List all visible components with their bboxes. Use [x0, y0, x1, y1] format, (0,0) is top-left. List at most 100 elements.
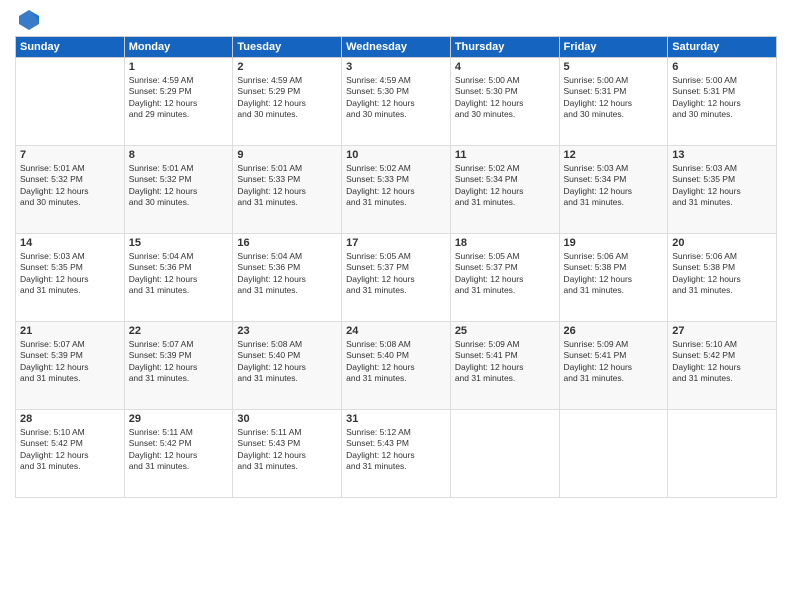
day-info: Sunrise: 5:09 AM Sunset: 5:41 PM Dayligh… [455, 339, 555, 385]
day-info: Sunrise: 5:03 AM Sunset: 5:34 PM Dayligh… [564, 163, 664, 209]
day-number: 29 [129, 413, 229, 425]
calendar-cell: 17Sunrise: 5:05 AM Sunset: 5:37 PM Dayli… [342, 234, 451, 322]
calendar-cell: 27 Sunrise: 5:10 AM Sunset: 5:42 PM Dayli… [668, 322, 777, 410]
calendar-header-wednesday: Wednesday [342, 37, 451, 58]
day-number: 18 [455, 237, 555, 249]
calendar-cell: 1 Sunrise: 4:59 AM Sunset: 5:29 PM Daylig… [124, 58, 233, 146]
calendar-cell: 28Sunrise: 5:10 AM Sunset: 5:42 PM Dayli… [16, 410, 125, 498]
day-info: Sunrise: 4:59 AM Sunset: 5:29 PM Dayligh… [237, 75, 337, 121]
day-info: Sunrise: 4:59 AM Sunset: 5:30 PM Dayligh… [346, 75, 446, 121]
calendar-header-tuesday: Tuesday [233, 37, 342, 58]
day-info: Sunrise: 5:07 AM Sunset: 5:39 PM Dayligh… [129, 339, 229, 385]
day-number: 1 [129, 61, 229, 73]
day-number: 22 [129, 325, 229, 337]
calendar-cell: 20Sunrise: 5:06 AM Sunset: 5:38 PM Dayli… [668, 234, 777, 322]
calendar-cell [559, 410, 668, 498]
calendar-cell: 21Sunrise: 5:07 AM Sunset: 5:39 PM Dayli… [16, 322, 125, 410]
day-info: Sunrise: 5:01 AM Sunset: 5:32 PM Dayligh… [20, 163, 120, 209]
calendar-cell: 10 Sunrise: 5:02 AM Sunset: 5:33 PM Dayli… [342, 146, 451, 234]
calendar-week-4: 21 Sunrise: 5:07 AM Sunset: 5:39 PM Dayli… [16, 322, 777, 410]
day-info: Sunrise: 5:11 AM Sunset: 5:43 PM Dayligh… [237, 427, 337, 473]
day-number: 30 [237, 413, 337, 425]
day-info: Sunrise: 5:11 AM Sunset: 5:42 PM Dayligh… [129, 427, 229, 473]
calendar-week-3: 14Sunrise: 5:03 AM Sunset: 5:35 PM Dayli… [16, 234, 777, 322]
day-number: 3 [346, 61, 446, 73]
day-number: 19 [564, 237, 664, 249]
calendar-cell: 15Sunrise: 5:04 AM Sunset: 5:36 PM Dayli… [124, 234, 233, 322]
calendar-cell: 7 Sunrise: 5:01 AM Sunset: 5:32 PM Daylig… [16, 146, 125, 234]
day-info: Sunrise: 5:00 AM Sunset: 5:31 PM Dayligh… [564, 75, 664, 121]
day-info: Sunrise: 5:00 AM Sunset: 5:31 PM Dayligh… [672, 75, 772, 121]
day-number: 10 [346, 149, 446, 161]
calendar-cell: 26 Sunrise: 5:09 AM Sunset: 5:41 PM Dayli… [559, 322, 668, 410]
day-number: 27 [672, 325, 772, 337]
day-info: Sunrise: 5:04 AM Sunset: 5:36 PM Dayligh… [129, 251, 229, 297]
day-number: 28 [20, 413, 120, 425]
day-number: 14 [20, 237, 120, 249]
day-info: Sunrise: 4:59 AM Sunset: 5:29 PM Dayligh… [129, 75, 229, 121]
calendar-cell: 13 Sunrise: 5:03 AM Sunset: 5:35 PM Dayli… [668, 146, 777, 234]
calendar-cell: 14Sunrise: 5:03 AM Sunset: 5:35 PM Dayli… [16, 234, 125, 322]
day-number: 6 [672, 61, 772, 73]
calendar-cell [668, 410, 777, 498]
calendar-cell: 11 Sunrise: 5:02 AM Sunset: 5:34 PM Dayli… [450, 146, 559, 234]
day-number: 16 [237, 237, 337, 249]
day-number: 17 [346, 237, 446, 249]
calendar-header-thursday: Thursday [450, 37, 559, 58]
calendar-cell: 23 Sunrise: 5:08 AM Sunset: 5:40 PM Dayli… [233, 322, 342, 410]
day-number: 5 [564, 61, 664, 73]
day-info: Sunrise: 5:02 AM Sunset: 5:34 PM Dayligh… [455, 163, 555, 209]
day-number: 7 [20, 149, 120, 161]
calendar-cell: 30 Sunrise: 5:11 AM Sunset: 5:43 PM Dayli… [233, 410, 342, 498]
day-info: Sunrise: 5:01 AM Sunset: 5:33 PM Dayligh… [237, 163, 337, 209]
calendar-header-row: SundayMondayTuesdayWednesdayThursdayFrid… [16, 37, 777, 58]
calendar-cell: 22 Sunrise: 5:07 AM Sunset: 5:39 PM Dayli… [124, 322, 233, 410]
logo [15, 10, 41, 28]
day-number: 25 [455, 325, 555, 337]
calendar-cell: 16 Sunrise: 5:04 AM Sunset: 5:36 PM Dayli… [233, 234, 342, 322]
calendar-cell: 12 Sunrise: 5:03 AM Sunset: 5:34 PM Dayli… [559, 146, 668, 234]
day-number: 8 [129, 149, 229, 161]
day-number: 31 [346, 413, 446, 425]
day-number: 24 [346, 325, 446, 337]
calendar-cell: 24Sunrise: 5:08 AM Sunset: 5:40 PM Dayli… [342, 322, 451, 410]
day-number: 11 [455, 149, 555, 161]
logo-icon [17, 8, 41, 32]
day-info: Sunrise: 5:06 AM Sunset: 5:38 PM Dayligh… [564, 251, 664, 297]
day-number: 9 [237, 149, 337, 161]
day-info: Sunrise: 5:09 AM Sunset: 5:41 PM Dayligh… [564, 339, 664, 385]
calendar-cell: 29 Sunrise: 5:11 AM Sunset: 5:42 PM Dayli… [124, 410, 233, 498]
calendar-cell: 2 Sunrise: 4:59 AM Sunset: 5:29 PM Daylig… [233, 58, 342, 146]
day-info: Sunrise: 5:02 AM Sunset: 5:33 PM Dayligh… [346, 163, 446, 209]
calendar-cell: 6 Sunrise: 5:00 AM Sunset: 5:31 PM Daylig… [668, 58, 777, 146]
day-number: 12 [564, 149, 664, 161]
day-info: Sunrise: 5:01 AM Sunset: 5:32 PM Dayligh… [129, 163, 229, 209]
calendar-cell [16, 58, 125, 146]
calendar-cell: 4Sunrise: 5:00 AM Sunset: 5:30 PM Daylig… [450, 58, 559, 146]
calendar-week-2: 7 Sunrise: 5:01 AM Sunset: 5:32 PM Daylig… [16, 146, 777, 234]
day-info: Sunrise: 5:05 AM Sunset: 5:37 PM Dayligh… [455, 251, 555, 297]
calendar-header-saturday: Saturday [668, 37, 777, 58]
day-number: 21 [20, 325, 120, 337]
day-info: Sunrise: 5:04 AM Sunset: 5:36 PM Dayligh… [237, 251, 337, 297]
calendar-header-monday: Monday [124, 37, 233, 58]
day-info: Sunrise: 5:08 AM Sunset: 5:40 PM Dayligh… [237, 339, 337, 385]
day-number: 23 [237, 325, 337, 337]
calendar-cell: 18 Sunrise: 5:05 AM Sunset: 5:37 PM Dayli… [450, 234, 559, 322]
day-number: 26 [564, 325, 664, 337]
calendar-cell: 9 Sunrise: 5:01 AM Sunset: 5:33 PM Daylig… [233, 146, 342, 234]
day-info: Sunrise: 5:10 AM Sunset: 5:42 PM Dayligh… [672, 339, 772, 385]
day-number: 20 [672, 237, 772, 249]
calendar-cell: 19 Sunrise: 5:06 AM Sunset: 5:38 PM Dayli… [559, 234, 668, 322]
day-number: 2 [237, 61, 337, 73]
calendar-week-5: 28Sunrise: 5:10 AM Sunset: 5:42 PM Dayli… [16, 410, 777, 498]
calendar-cell [450, 410, 559, 498]
calendar-header-sunday: Sunday [16, 37, 125, 58]
header [15, 10, 777, 28]
main-container: SundayMondayTuesdayWednesdayThursdayFrid… [0, 0, 792, 612]
calendar-cell: 5 Sunrise: 5:00 AM Sunset: 5:31 PM Daylig… [559, 58, 668, 146]
day-info: Sunrise: 5:03 AM Sunset: 5:35 PM Dayligh… [672, 163, 772, 209]
calendar-cell: 8 Sunrise: 5:01 AM Sunset: 5:32 PM Daylig… [124, 146, 233, 234]
day-number: 13 [672, 149, 772, 161]
calendar-cell: 31Sunrise: 5:12 AM Sunset: 5:43 PM Dayli… [342, 410, 451, 498]
